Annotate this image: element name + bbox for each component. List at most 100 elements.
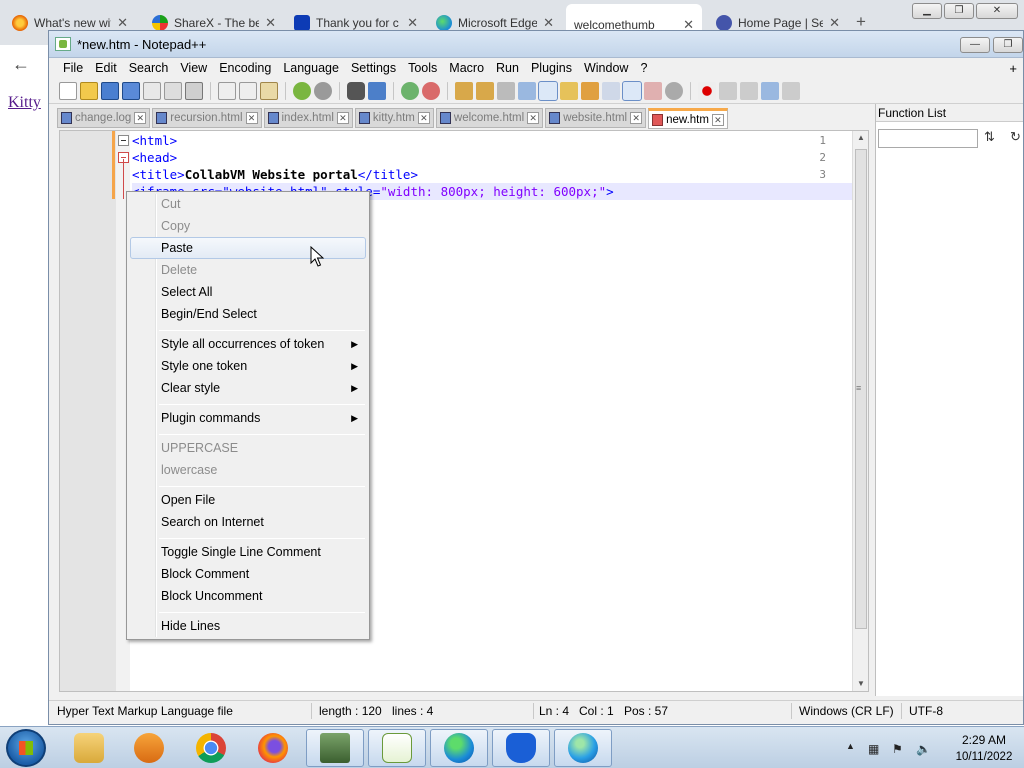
close-button[interactable]: ✕ <box>976 3 1018 19</box>
network-icon[interactable]: ▦ <box>868 742 879 756</box>
new-file-icon[interactable] <box>59 81 77 100</box>
close-all-icon[interactable] <box>164 81 182 100</box>
taskbar-app-notepadpp[interactable] <box>368 729 426 767</box>
menu-item-begin-end-select[interactable]: Begin/End Select <box>130 303 366 325</box>
function-list-icon[interactable] <box>622 80 642 101</box>
taskbar-app-firefox[interactable] <box>244 729 302 767</box>
doc-tab[interactable]: welcome.html ✕ <box>435 108 544 128</box>
menu-language[interactable]: Language <box>277 61 345 75</box>
indent-guide-icon[interactable] <box>538 80 558 101</box>
play-macro-icon[interactable] <box>740 81 758 100</box>
doc-tab[interactable]: index.html ✕ <box>263 108 353 128</box>
zoom-out-icon[interactable] <box>422 81 440 100</box>
run-macro-multiple-icon[interactable] <box>761 81 779 100</box>
scroll-down-icon[interactable]: ▼ <box>857 679 865 688</box>
close-icon[interactable]: ✕ <box>527 112 540 124</box>
minimize-button[interactable]: ▁ <box>912 3 942 19</box>
menu-tools[interactable]: Tools <box>402 61 443 75</box>
close-icon[interactable]: ✕ <box>265 15 276 31</box>
taskbar-app-edge[interactable] <box>430 729 488 767</box>
find-icon[interactable] <box>347 81 365 100</box>
reload-icon[interactable]: ↻ <box>1010 129 1021 145</box>
save-all-icon[interactable] <box>122 81 140 100</box>
menu-edit[interactable]: Edit <box>89 61 123 75</box>
taskbar-app-task-manager[interactable] <box>306 729 364 767</box>
vertical-scrollbar[interactable]: ▲ ≡ ▼ <box>852 131 868 691</box>
menu-item-paste[interactable]: Paste <box>130 237 366 259</box>
replace-icon[interactable] <box>368 81 386 100</box>
menu-view[interactable]: View <box>174 61 213 75</box>
undo-icon[interactable] <box>293 81 311 100</box>
doc-tab[interactable]: website.html ✕ <box>545 108 647 128</box>
redo-icon[interactable] <box>314 81 332 100</box>
doc-map-icon[interactable] <box>581 81 599 100</box>
menu-plugins[interactable]: Plugins <box>525 61 578 75</box>
stop-macro-icon[interactable] <box>719 81 737 100</box>
doc-tab[interactable]: recursion.html ✕ <box>152 108 262 128</box>
folder-workspace-icon[interactable] <box>644 81 662 100</box>
menu-item-lowercase[interactable]: lowercase <box>130 459 366 481</box>
user-language-icon[interactable] <box>560 81 578 100</box>
menu-encoding[interactable]: Encoding <box>213 61 277 75</box>
menu-run[interactable]: Run <box>490 61 525 75</box>
taskbar-app-chrome[interactable] <box>182 729 240 767</box>
menu-item-style-one-token[interactable]: Style one token ▶ <box>130 355 366 377</box>
sort-icon[interactable]: ⇅ <box>984 129 995 145</box>
copy-icon[interactable] <box>239 81 257 100</box>
scroll-up-icon[interactable]: ▲ <box>857 133 865 142</box>
menu-settings[interactable]: Settings <box>345 61 402 75</box>
maximize-button[interactable]: ❐ <box>944 3 974 19</box>
close-icon[interactable]: ✕ <box>117 15 128 31</box>
close-icon[interactable]: ✕ <box>829 15 840 31</box>
close-icon[interactable]: ✕ <box>630 112 643 124</box>
taskbar-app-media-player[interactable] <box>120 729 178 767</box>
menu-item-uppercase[interactable]: UPPERCASE <box>130 437 366 459</box>
taskbar-app-malwarebytes[interactable] <box>492 729 550 767</box>
status-encoding[interactable]: UTF-8 <box>909 704 943 718</box>
zoom-in-icon[interactable] <box>401 81 419 100</box>
clock-date[interactable]: 10/11/2022 <box>952 751 1016 763</box>
clock-time[interactable]: 2:29 AM <box>952 733 1016 747</box>
menu-file[interactable]: File <box>57 61 89 75</box>
menu-item-search-internet[interactable]: Search on Internet <box>130 511 366 533</box>
back-button[interactable]: ← <box>12 54 30 75</box>
open-file-icon[interactable] <box>80 81 98 100</box>
close-icon[interactable]: ✕ <box>417 112 430 124</box>
page-link[interactable]: Kitty <box>8 94 48 112</box>
menu-item-open-file[interactable]: Open File <box>130 489 366 511</box>
menu-item-plugin-commands[interactable]: Plugin commands ▶ <box>130 407 366 429</box>
doc-tab[interactable]: change.log ✕ <box>57 108 151 128</box>
taskbar-app-file-explorer[interactable] <box>60 729 118 767</box>
save-icon[interactable] <box>101 81 119 100</box>
minimize-button[interactable]: — <box>960 37 990 53</box>
sync-vertical-icon[interactable] <box>455 81 473 100</box>
save-macro-icon[interactable] <box>782 81 800 100</box>
print-icon[interactable] <box>185 81 203 100</box>
doc-list-icon[interactable] <box>602 81 620 100</box>
menu-item-toggle-comment[interactable]: Toggle Single Line Comment <box>130 541 366 563</box>
close-icon[interactable]: ✕ <box>134 112 147 124</box>
menu-item-copy[interactable]: Copy <box>130 215 366 237</box>
close-icon[interactable]: ✕ <box>245 112 258 124</box>
menu-item-block-comment[interactable]: Block Comment <box>130 563 366 585</box>
close-file-icon[interactable] <box>143 81 161 100</box>
close-icon[interactable]: ✕ <box>407 15 418 31</box>
menu-item-hide-lines[interactable]: Hide Lines <box>130 615 366 637</box>
new-tab-button[interactable]: + <box>856 12 866 32</box>
function-search-input[interactable] <box>878 129 978 148</box>
menu-item-select-all[interactable]: Select All <box>130 281 366 303</box>
word-wrap-icon[interactable] <box>497 81 515 100</box>
maximize-button[interactable]: ❐ <box>993 37 1023 53</box>
close-icon[interactable]: ✕ <box>711 113 724 126</box>
add-menu-button[interactable]: + <box>1009 61 1017 76</box>
cut-icon[interactable] <box>218 81 236 100</box>
action-center-flag-icon[interactable]: ⚑ <box>892 742 903 756</box>
close-icon[interactable]: ✕ <box>543 15 554 31</box>
close-icon[interactable]: ✕ <box>336 112 349 124</box>
menu-window[interactable]: Window <box>578 61 634 75</box>
menu-help[interactable]: ? <box>634 61 653 75</box>
paste-icon[interactable] <box>260 81 278 100</box>
monitoring-icon[interactable] <box>665 81 683 100</box>
status-eol[interactable]: Windows (CR LF) <box>799 704 894 718</box>
doc-tab[interactable]: kitty.htm ✕ <box>354 108 434 128</box>
